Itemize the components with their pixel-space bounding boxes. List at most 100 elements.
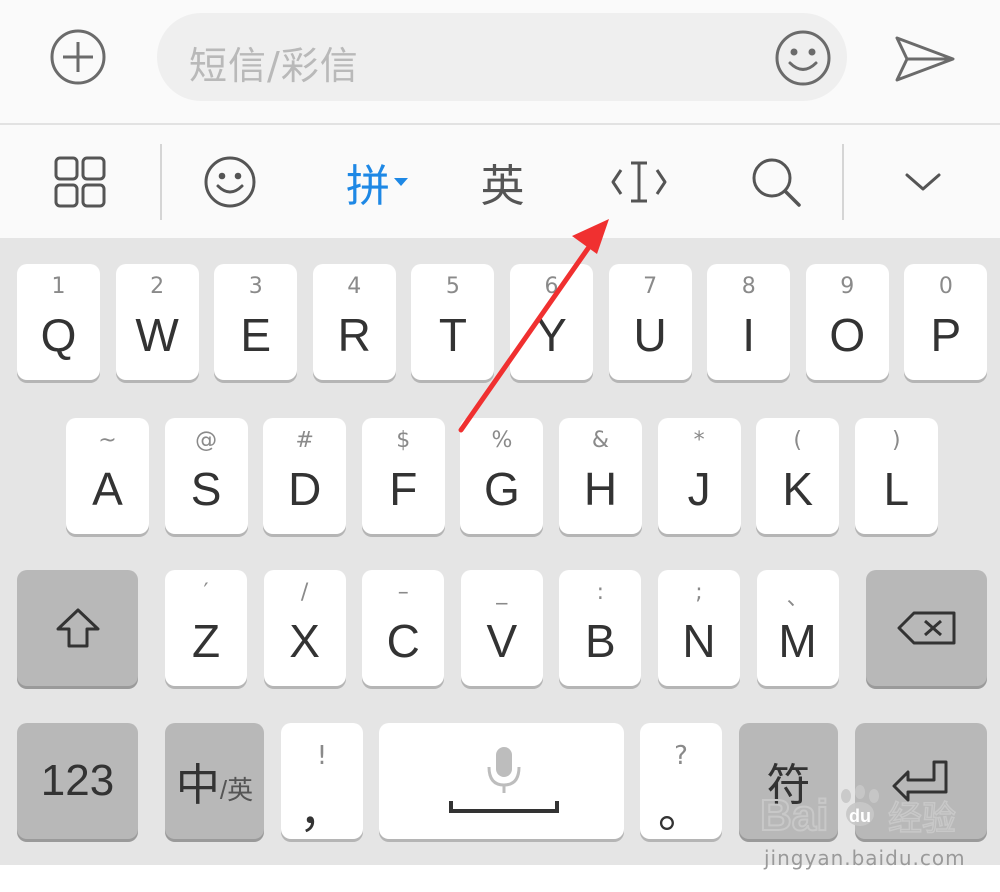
comma-key[interactable]: ! ，: [281, 723, 363, 839]
hide-keyboard-button[interactable]: [898, 125, 948, 238]
pinyin-mode-button[interactable]: 拼: [335, 125, 420, 238]
cursor-move-icon: [611, 161, 667, 202]
zh-label: 中: [175, 761, 220, 810]
key-main-label: S: [190, 463, 222, 515]
key-sub-label: ): [892, 428, 901, 453]
key-main-label: J: [687, 463, 711, 515]
key-main-label: T: [438, 309, 467, 361]
toolbar-separator: [160, 144, 162, 220]
key-main-label: F: [389, 463, 418, 515]
key-x[interactable]: / X: [263, 570, 346, 686]
key-main-label: N: [682, 615, 716, 667]
key-s[interactable]: @ S: [164, 418, 248, 534]
key-main-label: B: [585, 615, 616, 667]
key-sub-label: #: [295, 428, 314, 453]
cursor-move-button[interactable]: [605, 125, 673, 238]
message-input[interactable]: 短信/彩信: [157, 13, 847, 101]
svg-text:du: du: [849, 806, 871, 826]
key-main-label: C: [386, 615, 420, 667]
en-small-label: /英: [219, 774, 254, 805]
period-key[interactable]: ? 。: [640, 723, 722, 839]
key-b[interactable]: :B: [559, 570, 642, 686]
key-main-label: E: [240, 309, 272, 361]
key-e[interactable]: 3E: [214, 264, 298, 380]
key-a[interactable]: ~ A: [66, 418, 149, 534]
grid-icon: [54, 156, 106, 207]
key-f[interactable]: $ F: [361, 418, 445, 534]
key-sub-label: ′: [203, 580, 209, 605]
emoji-button[interactable]: [200, 125, 260, 238]
smiley-icon: [204, 156, 256, 207]
key-v[interactable]: _ V: [460, 570, 543, 686]
key-sub-label: 6: [544, 274, 559, 299]
key-sub-label: 8: [741, 274, 756, 299]
key-sub-label: 1: [51, 274, 66, 299]
key-sub-label: 9: [840, 274, 855, 299]
key-m[interactable]: 、 M: [756, 570, 839, 686]
numbers-key-label: 123: [40, 756, 115, 805]
key-main-label: A: [92, 463, 123, 515]
key-main-label: X: [289, 615, 320, 667]
baidu-jingyan-watermark-logo: Bai du 经验: [760, 785, 957, 841]
english-label: 英: [480, 160, 525, 212]
key-main-label: P: [930, 309, 962, 361]
numbers-key[interactable]: 123: [17, 723, 138, 839]
smiley-icon[interactable]: [774, 29, 832, 87]
key-g[interactable]: % G: [460, 418, 544, 534]
english-mode-button[interactable]: 英: [470, 125, 535, 238]
key-sub-label: ~: [98, 428, 117, 453]
shift-key[interactable]: [17, 570, 138, 686]
comma-key-sub: !: [316, 741, 328, 771]
key-sub-label: 3: [248, 274, 263, 299]
key-main-label: K: [782, 463, 814, 515]
key-main-label: U: [633, 309, 667, 361]
compose-bar: 短信/彩信: [0, 0, 1000, 123]
key-i[interactable]: 8I: [707, 264, 791, 380]
key-main-label: O: [829, 309, 866, 361]
send-icon[interactable]: [893, 34, 957, 84]
key-main-label: W: [135, 309, 179, 361]
space-key[interactable]: [379, 723, 624, 839]
chevron-down-icon: [905, 173, 941, 190]
key-sub-label: –: [397, 580, 409, 605]
pinyin-label: 拼: [346, 160, 390, 212]
period-key-sub: ?: [674, 741, 688, 771]
key-u[interactable]: 7U: [608, 264, 692, 380]
key-w[interactable]: 2W: [115, 264, 199, 380]
language-switch-key[interactable]: 中/英: [165, 723, 264, 839]
toolbar-separator: [842, 144, 844, 220]
key-sub-label: 、: [786, 586, 809, 611]
key-q[interactable]: 1Q: [17, 264, 100, 380]
key-main-label: I: [742, 309, 756, 361]
key-main-label: Q: [40, 309, 77, 361]
key-l[interactable]: ) L: [854, 418, 938, 534]
backspace-key[interactable]: [866, 570, 987, 686]
key-t[interactable]: 5T: [411, 264, 495, 380]
plus-circle-icon[interactable]: [49, 28, 107, 86]
key-z[interactable]: ′ Z: [165, 570, 247, 686]
key-main-label: D: [288, 463, 322, 515]
microphone-icon: [449, 747, 559, 813]
key-y[interactable]: 6Y: [510, 264, 593, 380]
key-sub-label: *: [693, 428, 705, 453]
search-button[interactable]: [748, 125, 804, 238]
key-sub-label: _: [496, 580, 508, 605]
key-r[interactable]: 4R: [312, 264, 396, 380]
comma-key-main: ，: [299, 785, 345, 837]
key-j[interactable]: * J: [657, 418, 741, 534]
key-p[interactable]: 0P: [904, 264, 988, 380]
key-k[interactable]: (K: [756, 418, 840, 534]
svg-text:Bai: Bai: [760, 791, 828, 840]
key-sub-label: ;: [695, 580, 703, 605]
key-sub-label: $: [396, 428, 411, 453]
key-main-label: H: [583, 463, 618, 515]
backspace-icon: [897, 611, 955, 645]
key-c[interactable]: – C: [362, 570, 445, 686]
svg-text:经验: 经验: [888, 799, 956, 839]
key-n[interactable]: ; N: [658, 570, 740, 686]
key-o[interactable]: 9O: [805, 264, 889, 380]
grid-button[interactable]: [50, 125, 110, 238]
dropdown-triangle-icon: [394, 177, 408, 186]
key-d[interactable]: # D: [263, 418, 347, 534]
key-h[interactable]: & H: [559, 418, 642, 534]
